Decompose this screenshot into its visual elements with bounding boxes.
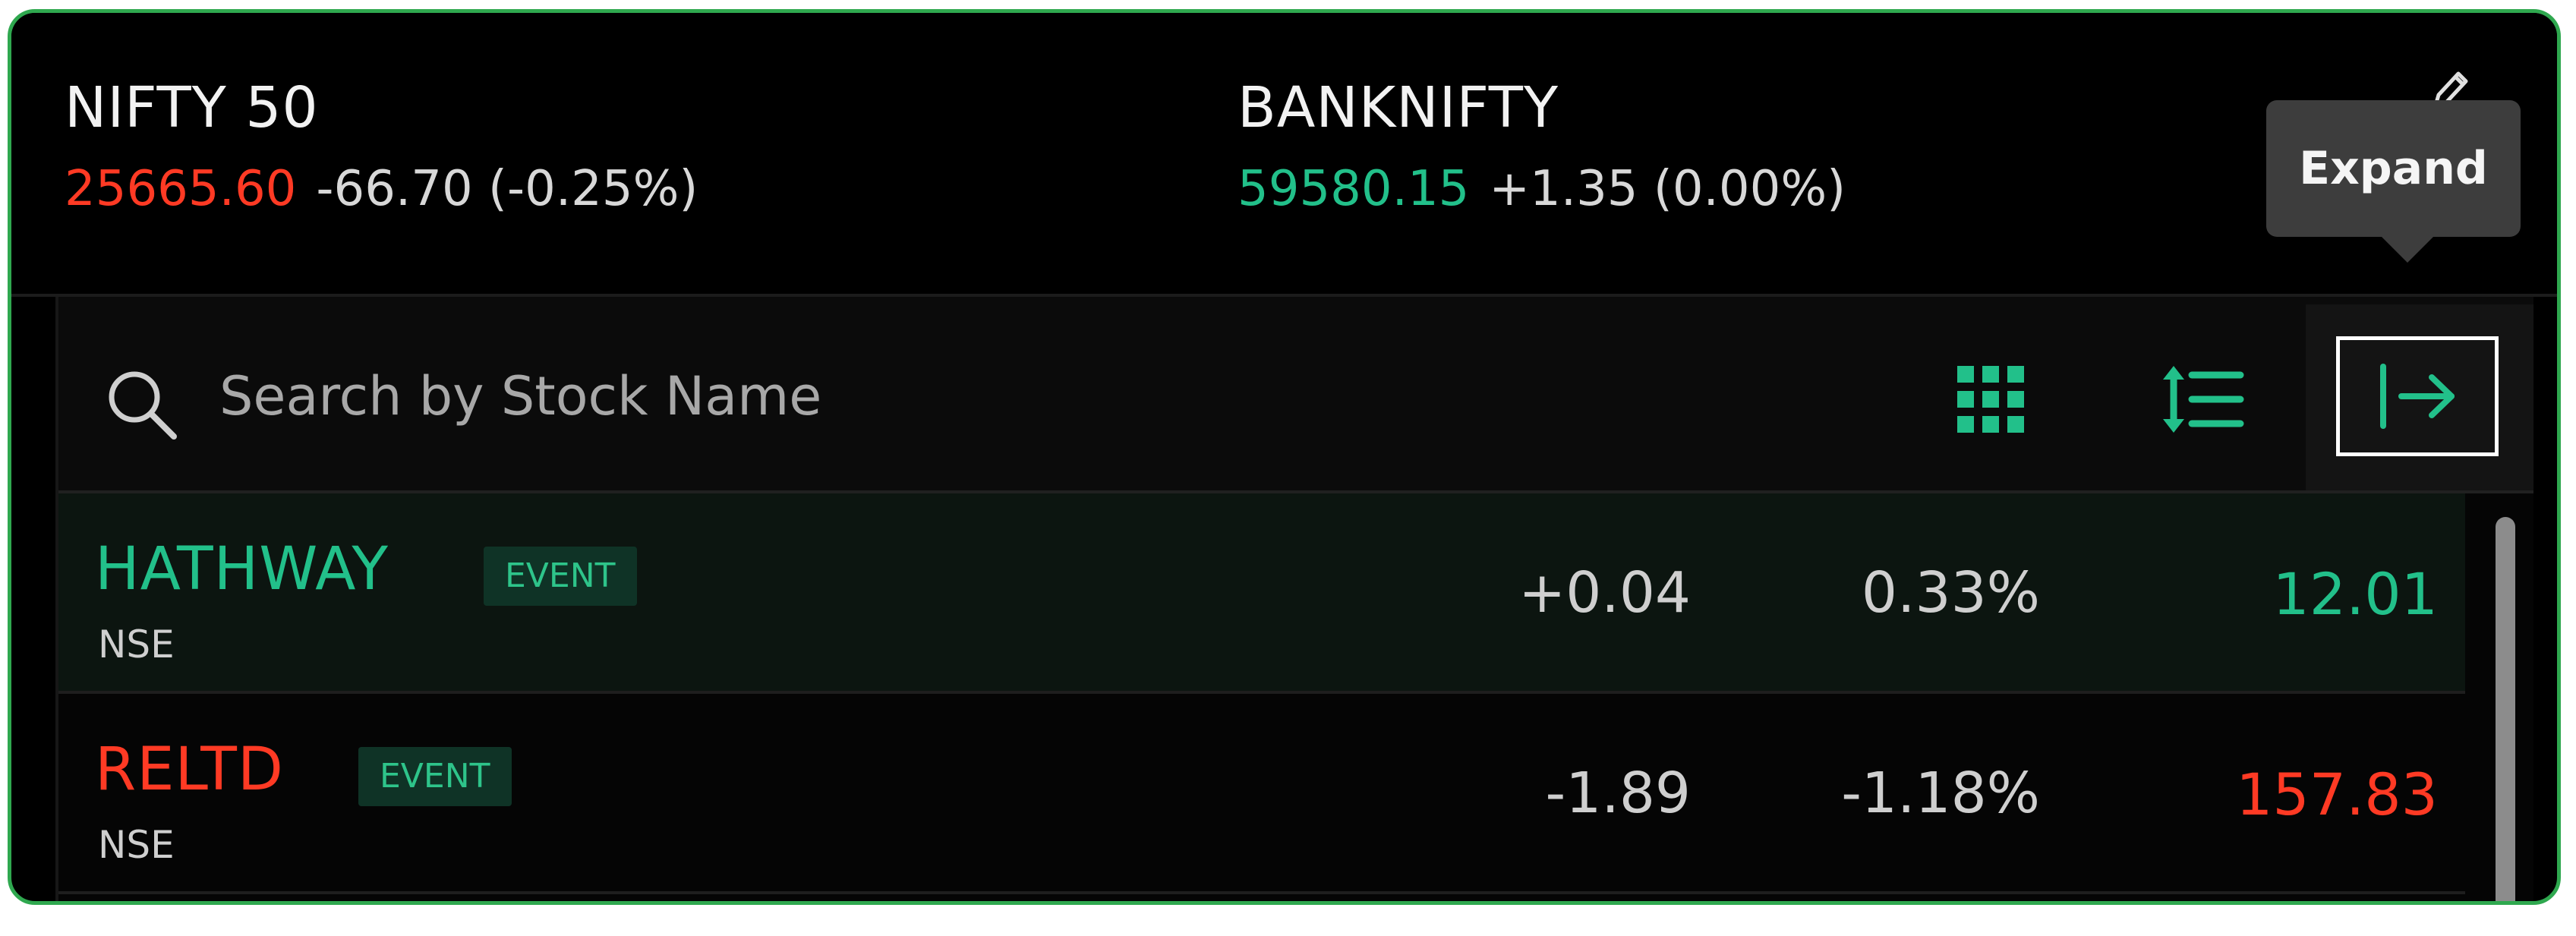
- expand-arrow-icon: [2380, 364, 2455, 429]
- stock-change-percent: 0.33%: [1861, 560, 2040, 626]
- grid-icon: [1957, 366, 2024, 433]
- index-quote: 59580.15 +1.35 (0.00%): [1238, 159, 1846, 219]
- scrollbar-thumb[interactable]: [2496, 517, 2515, 901]
- index-banknifty[interactable]: BANKNIFTY 59580.15 +1.35 (0.00%): [1238, 74, 1846, 219]
- stock-ltp: 12.01: [2272, 560, 2438, 628]
- index-change: -66.70 (-0.25%): [316, 161, 698, 217]
- index-nifty50[interactable]: NIFTY 50 25665.60 -66.70 (-0.25%): [65, 74, 698, 219]
- index-quote: 25665.60 -66.70 (-0.25%): [65, 159, 698, 219]
- stock-exchange: NSE: [98, 622, 175, 667]
- stock-ltp: 157.83: [2236, 761, 2438, 828]
- expand-tooltip: Expand: [2266, 100, 2521, 263]
- event-badge: EVENT: [484, 547, 637, 606]
- sort-list-icon: [2163, 366, 2244, 433]
- stock-row-reltd[interactable]: RELTD EVENT NSE -1.89 -1.18% 157.83: [58, 694, 2465, 894]
- expand-button[interactable]: [2336, 336, 2499, 456]
- stock-change-percent: -1.18%: [1841, 761, 2040, 826]
- stock-change: -1.89: [1545, 761, 1691, 826]
- stock-symbol: HATHWAY: [95, 535, 389, 604]
- search-input[interactable]: [218, 358, 1284, 435]
- stock-row-hathway[interactable]: HATHWAY EVENT NSE +0.04 0.33% 12.01: [58, 493, 2465, 694]
- index-name: NIFTY 50: [65, 75, 319, 140]
- watchlist-panel: HATHWAY EVENT NSE +0.04 0.33% 12.01 RELT…: [55, 297, 2533, 901]
- index-price: 25665.60: [65, 161, 297, 217]
- stock-exchange: NSE: [98, 823, 175, 867]
- index-price: 59580.15: [1238, 161, 1470, 217]
- stock-symbol: RELTD: [95, 736, 284, 804]
- watchlist-widget: NIFTY 50 25665.60 -66.70 (-0.25%) BANKNIF…: [8, 9, 2561, 905]
- search-icon: [104, 367, 180, 443]
- event-badge: EVENT: [358, 747, 512, 806]
- index-change: +1.35 (0.00%): [1489, 161, 1846, 217]
- stock-change: +0.04: [1518, 560, 1691, 626]
- grid-view-button[interactable]: [1934, 342, 2048, 456]
- sort-button[interactable]: [2146, 342, 2260, 456]
- index-ticker-bar: NIFTY 50 25665.60 -66.70 (-0.25%) BANKNIF…: [11, 13, 2557, 297]
- index-name: BANKNIFTY: [1238, 75, 1559, 140]
- search-toolbar: [58, 297, 2533, 493]
